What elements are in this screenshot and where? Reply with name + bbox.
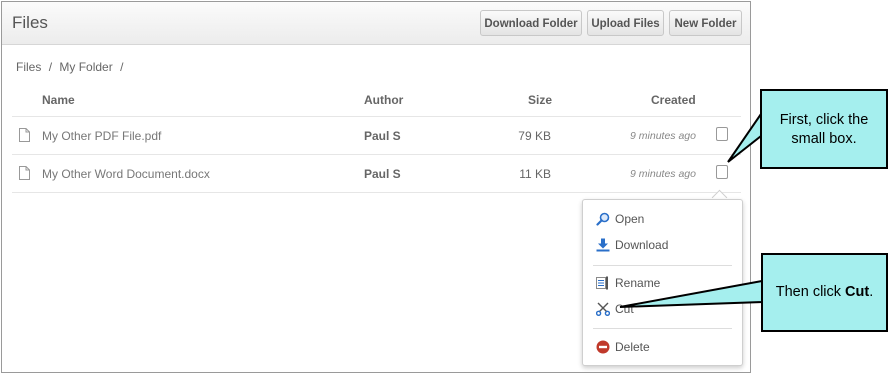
callout-click-checkbox: First, click the small box.: [760, 89, 888, 169]
column-header-author[interactable]: Author: [364, 93, 403, 107]
breadcrumb-link-my-folder[interactable]: My Folder: [59, 60, 112, 74]
download-arrow-icon: [596, 238, 610, 252]
column-header-created[interactable]: Created: [651, 93, 696, 107]
menu-item-rename[interactable]: Rename: [596, 274, 726, 294]
rename-icon: [596, 276, 608, 290]
menu-item-delete[interactable]: Delete: [596, 338, 726, 358]
scissors-icon: [596, 302, 610, 316]
callout-text-suffix: .: [869, 284, 874, 300]
callout-text-prefix: Then click: [775, 284, 846, 300]
file-author: Paul S: [364, 129, 401, 143]
menu-divider: [593, 265, 732, 266]
menu-divider: [593, 328, 732, 329]
row-divider: [12, 116, 741, 117]
menu-item-label: Rename: [615, 276, 661, 290]
download-folder-button[interactable]: Download Folder: [480, 10, 582, 36]
menu-item-label: Open: [615, 212, 645, 226]
row-select-checkbox[interactable]: [716, 165, 728, 179]
menu-item-download[interactable]: Download: [596, 236, 726, 256]
row-select-checkbox[interactable]: [716, 127, 728, 141]
file-author: Paul S: [364, 167, 401, 181]
file-size: 11 KB: [519, 167, 551, 181]
breadcrumb: Files / My Folder /: [16, 60, 127, 74]
breadcrumb-separator: /: [48, 60, 53, 74]
page-title: Files: [12, 13, 48, 32]
file-size: 79 KB: [518, 129, 551, 143]
files-header: Files Download Folder Upload Files New F…: [2, 2, 750, 45]
menu-item-open[interactable]: Open: [596, 210, 726, 230]
row-divider: [12, 192, 741, 193]
callout-text: First, click the small box.: [779, 112, 869, 147]
upload-files-button[interactable]: Upload Files: [587, 10, 664, 36]
delete-circle-icon: [596, 340, 610, 354]
row-divider: [12, 154, 741, 155]
file-name[interactable]: My Other PDF File.pdf: [42, 129, 161, 143]
menu-item-label: Download: [615, 238, 669, 252]
file-name[interactable]: My Other Word Document.docx: [42, 167, 210, 181]
callout-click-cut: Then click Cut.: [761, 253, 888, 332]
new-folder-button[interactable]: New Folder: [669, 10, 742, 36]
menu-item-label: Delete: [615, 340, 650, 354]
files-panel: Files Download Folder Upload Files New F…: [1, 1, 751, 373]
column-header-name[interactable]: Name: [42, 93, 75, 107]
menu-item-cut[interactable]: Cut: [596, 300, 726, 320]
menu-item-label: Cut: [615, 302, 634, 316]
file-icon: [19, 128, 30, 142]
magnifier-icon: [596, 212, 610, 226]
breadcrumb-link-files[interactable]: Files: [16, 60, 41, 74]
file-created: 9 minutes ago: [630, 130, 696, 142]
file-icon: [19, 166, 30, 180]
file-created: 9 minutes ago: [630, 168, 696, 180]
column-header-size[interactable]: Size: [528, 93, 552, 107]
breadcrumb-separator: /: [120, 60, 124, 74]
context-menu: Open Download Rename Cut Delete: [582, 199, 743, 366]
callout-text-bold: Cut: [845, 284, 870, 300]
